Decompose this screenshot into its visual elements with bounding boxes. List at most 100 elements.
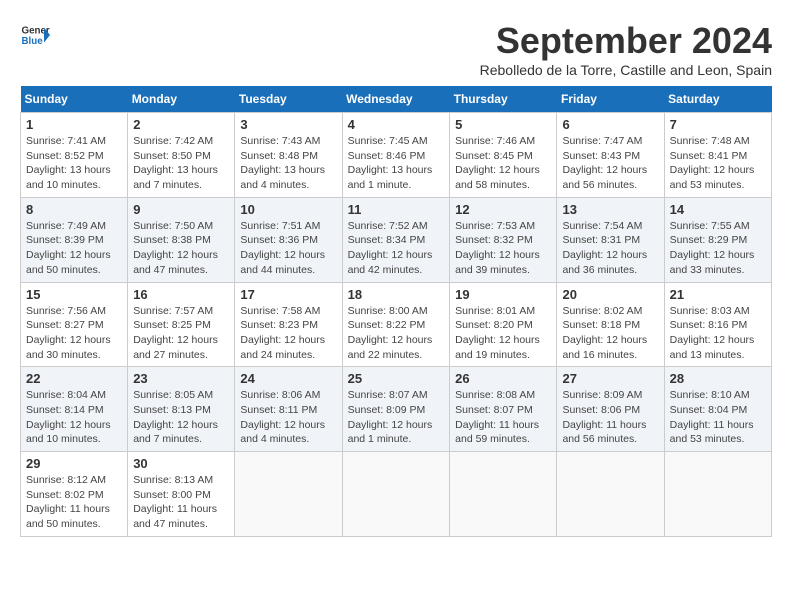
day-info: Sunrise: 7:53 AM Sunset: 8:32 PM Dayligh… <box>455 219 551 278</box>
weekday-header-tuesday: Tuesday <box>235 86 342 113</box>
calendar-cell: 27 Sunrise: 8:09 AM Sunset: 8:06 PM Dayli… <box>557 367 664 452</box>
day-number: 13 <box>562 202 658 217</box>
calendar-cell: 30Sunrise: 8:13 AM Sunset: 8:00 PM Dayli… <box>128 452 235 537</box>
day-number: 22 <box>26 371 122 386</box>
day-number: 6 <box>562 117 658 132</box>
weekday-header-saturday: Saturday <box>664 86 771 113</box>
day-number: 28 <box>670 371 766 386</box>
day-number: 27 <box>562 371 658 386</box>
calendar-cell: 3 Sunrise: 7:43 AM Sunset: 8:48 PM Daylig… <box>235 113 342 198</box>
day-number: 21 <box>670 287 766 302</box>
day-info: Sunrise: 8:03 AM Sunset: 8:16 PM Dayligh… <box>670 304 766 363</box>
day-number: 2 <box>133 117 229 132</box>
title-section: September 2024 Rebolledo de la Torre, Ca… <box>480 20 772 78</box>
day-info: Sunrise: 7:51 AM Sunset: 8:36 PM Dayligh… <box>240 219 336 278</box>
calendar-cell: 13 Sunrise: 7:54 AM Sunset: 8:31 PM Dayli… <box>557 197 664 282</box>
calendar-cell: 20 Sunrise: 8:02 AM Sunset: 8:18 PM Dayli… <box>557 282 664 367</box>
day-number: 18 <box>348 287 445 302</box>
calendar-cell: 8 Sunrise: 7:49 AM Sunset: 8:39 PM Daylig… <box>21 197 128 282</box>
day-info: Sunrise: 8:04 AM Sunset: 8:14 PM Dayligh… <box>26 388 122 447</box>
day-info: Sunrise: 8:02 AM Sunset: 8:18 PM Dayligh… <box>562 304 658 363</box>
day-number: 3 <box>240 117 336 132</box>
day-info: Sunrise: 7:45 AM Sunset: 8:46 PM Dayligh… <box>348 134 445 193</box>
calendar-cell: 15Sunrise: 7:56 AM Sunset: 8:27 PM Dayli… <box>21 282 128 367</box>
calendar-table: SundayMondayTuesdayWednesdayThursdayFrid… <box>20 86 772 537</box>
calendar-cell: 25 Sunrise: 8:07 AM Sunset: 8:09 PM Dayli… <box>342 367 450 452</box>
calendar-cell: 12 Sunrise: 7:53 AM Sunset: 8:32 PM Dayli… <box>450 197 557 282</box>
day-info: Sunrise: 7:47 AM Sunset: 8:43 PM Dayligh… <box>562 134 658 193</box>
weekday-header-wednesday: Wednesday <box>342 86 450 113</box>
day-number: 1 <box>26 117 122 132</box>
calendar-cell: 23 Sunrise: 8:05 AM Sunset: 8:13 PM Dayli… <box>128 367 235 452</box>
weekday-header-sunday: Sunday <box>21 86 128 113</box>
calendar-cell <box>664 452 771 537</box>
calendar-cell: 2 Sunrise: 7:42 AM Sunset: 8:50 PM Daylig… <box>128 113 235 198</box>
day-info: Sunrise: 8:05 AM Sunset: 8:13 PM Dayligh… <box>133 388 229 447</box>
weekday-header-friday: Friday <box>557 86 664 113</box>
day-info: Sunrise: 8:12 AM Sunset: 8:02 PM Dayligh… <box>26 473 122 532</box>
day-number: 10 <box>240 202 336 217</box>
day-number: 17 <box>240 287 336 302</box>
calendar-cell <box>235 452 342 537</box>
svg-text:Blue: Blue <box>22 36 44 47</box>
day-number: 16 <box>133 287 229 302</box>
day-info: Sunrise: 8:09 AM Sunset: 8:06 PM Dayligh… <box>562 388 658 447</box>
calendar-cell: 21 Sunrise: 8:03 AM Sunset: 8:16 PM Dayli… <box>664 282 771 367</box>
day-info: Sunrise: 7:49 AM Sunset: 8:39 PM Dayligh… <box>26 219 122 278</box>
calendar-cell: 5Sunrise: 7:46 AM Sunset: 8:45 PM Daylig… <box>450 113 557 198</box>
day-number: 29 <box>26 456 122 471</box>
day-info: Sunrise: 7:58 AM Sunset: 8:23 PM Dayligh… <box>240 304 336 363</box>
day-number: 24 <box>240 371 336 386</box>
calendar-cell: 10 Sunrise: 7:51 AM Sunset: 8:36 PM Dayli… <box>235 197 342 282</box>
day-number: 11 <box>348 202 445 217</box>
calendar-cell: 14Sunrise: 7:55 AM Sunset: 8:29 PM Dayli… <box>664 197 771 282</box>
calendar-cell <box>450 452 557 537</box>
day-info: Sunrise: 7:54 AM Sunset: 8:31 PM Dayligh… <box>562 219 658 278</box>
day-number: 20 <box>562 287 658 302</box>
day-number: 23 <box>133 371 229 386</box>
calendar-cell <box>342 452 450 537</box>
day-number: 12 <box>455 202 551 217</box>
day-info: Sunrise: 7:46 AM Sunset: 8:45 PM Dayligh… <box>455 134 551 193</box>
day-info: Sunrise: 8:06 AM Sunset: 8:11 PM Dayligh… <box>240 388 336 447</box>
calendar-cell: 28 Sunrise: 8:10 AM Sunset: 8:04 PM Dayli… <box>664 367 771 452</box>
day-number: 25 <box>348 371 445 386</box>
day-number: 8 <box>26 202 122 217</box>
day-number: 9 <box>133 202 229 217</box>
day-info: Sunrise: 7:43 AM Sunset: 8:48 PM Dayligh… <box>240 134 336 193</box>
calendar-cell: 9 Sunrise: 7:50 AM Sunset: 8:38 PM Daylig… <box>128 197 235 282</box>
calendar-cell: 24 Sunrise: 8:06 AM Sunset: 8:11 PM Dayli… <box>235 367 342 452</box>
calendar-cell: 11 Sunrise: 7:52 AM Sunset: 8:34 PM Dayli… <box>342 197 450 282</box>
calendar-cell: 18 Sunrise: 8:00 AM Sunset: 8:22 PM Dayli… <box>342 282 450 367</box>
day-info: Sunrise: 8:10 AM Sunset: 8:04 PM Dayligh… <box>670 388 766 447</box>
calendar-cell: 29 Sunrise: 8:12 AM Sunset: 8:02 PM Dayli… <box>21 452 128 537</box>
calendar-cell: 26 Sunrise: 8:08 AM Sunset: 8:07 PM Dayli… <box>450 367 557 452</box>
day-number: 19 <box>455 287 551 302</box>
day-number: 15 <box>26 287 122 302</box>
calendar-cell: 4 Sunrise: 7:45 AM Sunset: 8:46 PM Daylig… <box>342 113 450 198</box>
day-info: Sunrise: 8:00 AM Sunset: 8:22 PM Dayligh… <box>348 304 445 363</box>
day-number: 7 <box>670 117 766 132</box>
calendar-cell: 16 Sunrise: 7:57 AM Sunset: 8:25 PM Dayli… <box>128 282 235 367</box>
day-info: Sunrise: 8:07 AM Sunset: 8:09 PM Dayligh… <box>348 388 445 447</box>
day-info: Sunrise: 8:08 AM Sunset: 8:07 PM Dayligh… <box>455 388 551 447</box>
day-info: Sunrise: 7:52 AM Sunset: 8:34 PM Dayligh… <box>348 219 445 278</box>
month-title: September 2024 <box>480 20 772 62</box>
calendar-cell: 1 Sunrise: 7:41 AM Sunset: 8:52 PM Daylig… <box>21 113 128 198</box>
day-number: 4 <box>348 117 445 132</box>
day-number: 30 <box>133 456 229 471</box>
calendar-cell: 19Sunrise: 8:01 AM Sunset: 8:20 PM Dayli… <box>450 282 557 367</box>
calendar-cell: 6 Sunrise: 7:47 AM Sunset: 8:43 PM Daylig… <box>557 113 664 198</box>
day-number: 26 <box>455 371 551 386</box>
day-info: Sunrise: 7:57 AM Sunset: 8:25 PM Dayligh… <box>133 304 229 363</box>
logo-icon: General Blue <box>20 20 50 50</box>
day-info: Sunrise: 7:41 AM Sunset: 8:52 PM Dayligh… <box>26 134 122 193</box>
day-info: Sunrise: 7:55 AM Sunset: 8:29 PM Dayligh… <box>670 219 766 278</box>
day-info: Sunrise: 7:42 AM Sunset: 8:50 PM Dayligh… <box>133 134 229 193</box>
header-section: General Blue September 2024 Rebolledo de… <box>20 20 772 78</box>
weekday-header-monday: Monday <box>128 86 235 113</box>
logo: General Blue <box>20 20 50 50</box>
calendar-cell: 22 Sunrise: 8:04 AM Sunset: 8:14 PM Dayli… <box>21 367 128 452</box>
day-info: Sunrise: 7:48 AM Sunset: 8:41 PM Dayligh… <box>670 134 766 193</box>
day-info: Sunrise: 7:50 AM Sunset: 8:38 PM Dayligh… <box>133 219 229 278</box>
